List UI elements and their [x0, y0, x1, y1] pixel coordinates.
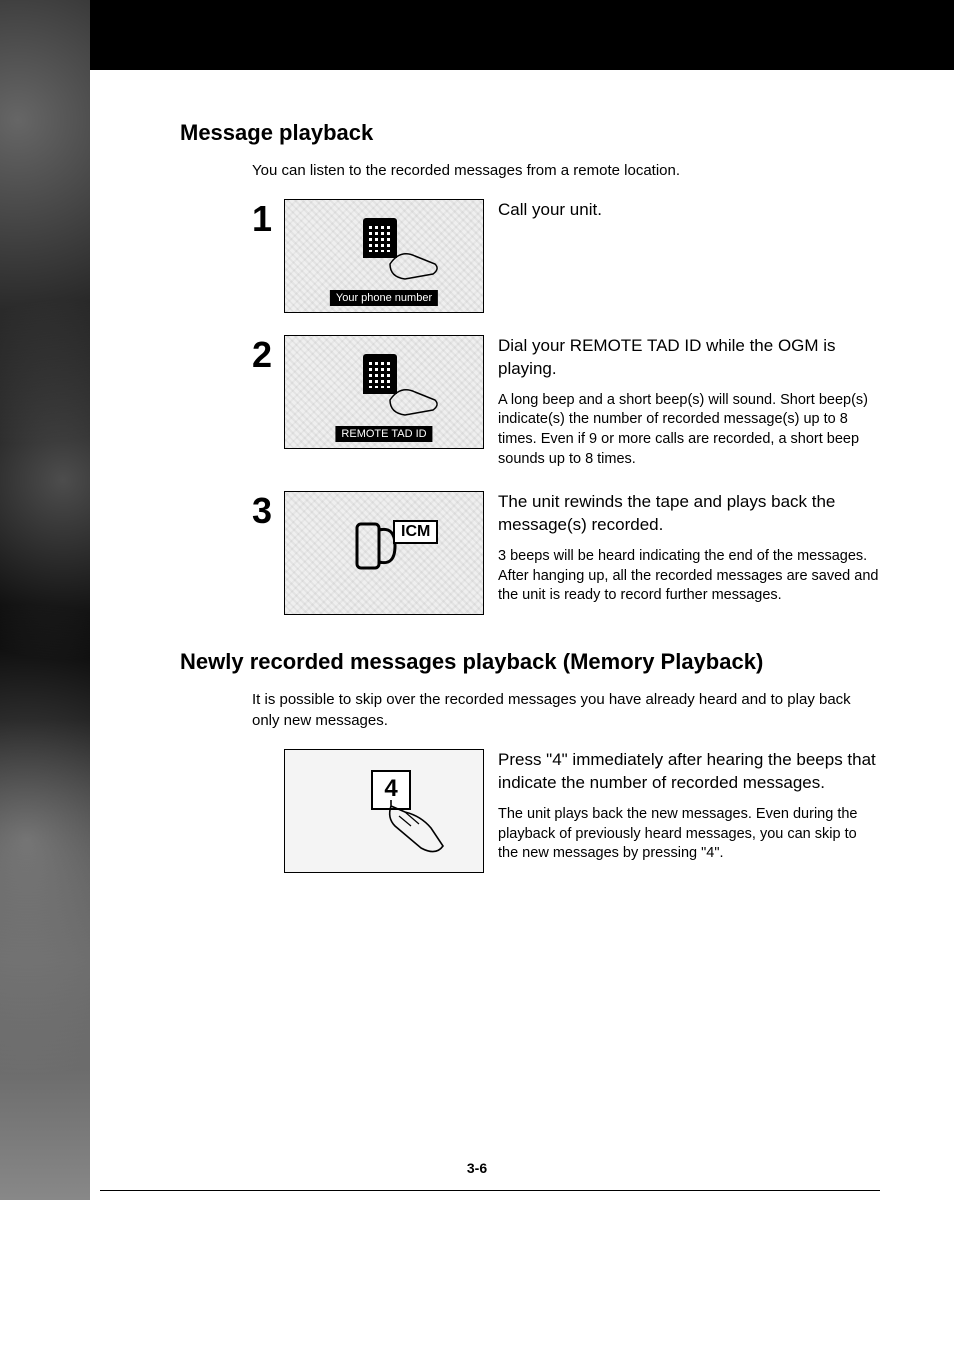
step-3: 3 ICM The unit rewinds the tape and play… [252, 491, 880, 615]
hand-icon [385, 380, 445, 420]
step-detail-text: A long beep and a short beep(s) will sou… [498, 391, 880, 469]
step-lead-text: Press "4" immediately after hearing the … [498, 749, 880, 795]
illustration-icm-playback: ICM [284, 491, 484, 615]
section-heading-message-playback: Message playback [180, 120, 880, 146]
illustration-caption: Your phone number [330, 290, 438, 306]
scan-artifact-top [0, 0, 954, 70]
step-detail-text: The unit plays back the new messages. Ev… [498, 805, 880, 864]
step-number: 3 [252, 493, 280, 529]
step-lead-text: Call your unit. [498, 199, 880, 222]
section-intro: It is possible to skip over the recorded… [252, 689, 880, 731]
step-number: 1 [252, 201, 280, 237]
illustration-dial-remote: REMOTE TAD ID [284, 335, 484, 449]
illustration-press-4: 4 [284, 749, 484, 873]
scan-artifact-left [0, 0, 90, 1200]
hand-pressing-icon [381, 798, 451, 858]
step-detail-text: 3 beeps will be heard indicating the end… [498, 547, 880, 606]
hand-icon [385, 244, 445, 284]
scan-artifact-bottom-line [100, 1190, 880, 1191]
memory-playback-step: 4 Press "4" immediately after hearing th… [252, 749, 880, 873]
page-content: Message playback You can listen to the r… [180, 120, 880, 873]
illustration-call-unit: Your phone number [284, 199, 484, 313]
step-lead-text: Dial your REMOTE TAD ID while the OGM is… [498, 335, 880, 381]
section-heading-memory-playback: Newly recorded messages playback (Memory… [180, 649, 880, 675]
step-lead-text: The unit rewinds the tape and plays back… [498, 491, 880, 537]
step-number: 2 [252, 337, 280, 373]
icm-label: ICM [393, 520, 438, 544]
step-1: 1 Your phone number Call your unit. [252, 199, 880, 313]
illustration-caption: REMOTE TAD ID [335, 426, 432, 442]
section-intro: You can listen to the recorded messages … [252, 160, 880, 181]
step-2: 2 REMOTE TAD ID Dial your REMOTE TAD ID … [252, 335, 880, 469]
page-number: 3-6 [0, 1160, 954, 1176]
